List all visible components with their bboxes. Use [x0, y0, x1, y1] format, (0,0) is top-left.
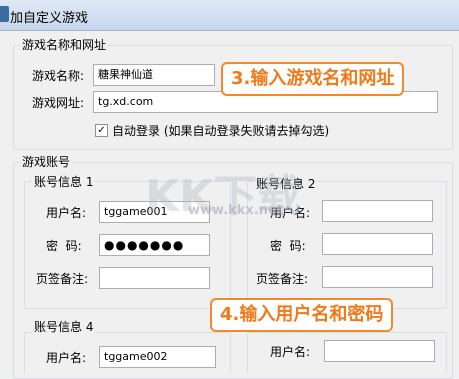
game-url-label: 游戏网址:	[32, 96, 85, 110]
game-name-label: 游戏名称:	[32, 69, 85, 83]
account4-username-input[interactable]: tggame002	[99, 346, 216, 368]
autologin-checkbox[interactable]: ✓	[95, 124, 108, 137]
title-bar: 加自定义游戏	[0, 0, 459, 31]
step4-callout: 4.输入用户名和密码	[210, 298, 394, 332]
account1-note-label: 页签备注:	[36, 272, 89, 286]
account4-label: 账号信息 4	[32, 320, 96, 334]
account5-username-label: 用户名:	[270, 345, 311, 359]
game-info-group-label: 游戏名称和网址	[20, 38, 109, 52]
game-name-input[interactable]: 糖果神仙道	[93, 64, 215, 86]
account1-password-label: 密 码:	[46, 239, 82, 253]
account2-username-input[interactable]	[322, 200, 433, 222]
app-icon	[0, 6, 9, 22]
accounts-group-label: 游戏账号	[20, 155, 73, 169]
account2-password-label: 密 码:	[270, 239, 306, 253]
account1-label: 账号信息 1	[32, 175, 96, 189]
account1-username-label: 用户名:	[46, 206, 87, 220]
account1-note-input[interactable]	[99, 267, 210, 289]
account1-password-input[interactable]: ●●●●●●●	[99, 234, 210, 256]
watermark-url: www.kkx.net	[188, 203, 284, 218]
window-title: 加自定义游戏	[10, 11, 89, 26]
account4-username-label: 用户名:	[46, 351, 87, 365]
step3-callout: 3.输入游戏名和网址	[221, 62, 405, 96]
account2-note-label: 页签备注:	[256, 272, 309, 286]
account5-username-input[interactable]	[324, 340, 435, 362]
account2-password-input[interactable]	[322, 233, 433, 255]
autologin-label[interactable]: 自动登录 (如果自动登录失败请去掉勾选)	[112, 124, 329, 138]
account2-note-input[interactable]	[322, 266, 433, 288]
